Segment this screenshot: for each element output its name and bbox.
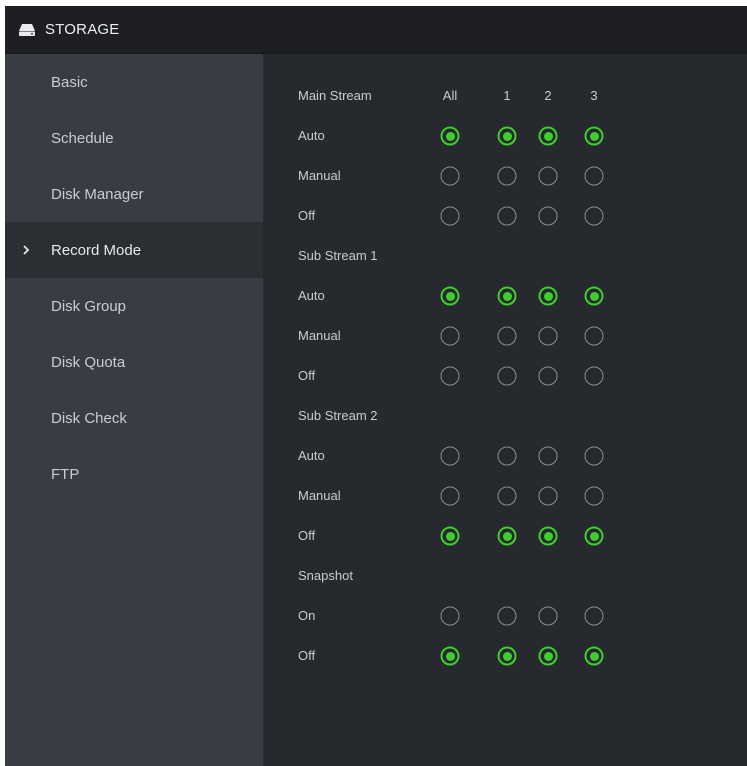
sidebar-item-label: Basic [51,73,88,91]
title-bar: STORAGE [5,6,747,54]
sub-stream-1-manual-radio-all[interactable] [440,326,460,346]
sub-stream-2-off-radio-3[interactable] [584,526,604,546]
sub-stream-1-auto-radio-3[interactable] [584,286,604,306]
sub-stream-2-option-label-off: Off [298,528,316,543]
sub-stream-1-option-label-manual: Manual [298,328,341,343]
snapshot-option-label-on: On [298,608,316,623]
sidebar-item-disk-manager[interactable]: Disk Manager [5,166,263,222]
snapshot-off-radio-3[interactable] [584,646,604,666]
main-stream-manual-radio-2[interactable] [538,166,558,186]
sub-stream-2-auto-radio-all[interactable] [440,446,460,466]
sidebar-item-disk-check[interactable]: Disk Check [5,390,263,446]
sidebar-item-label: Record Mode [51,241,142,259]
snapshot-on-radio-all[interactable] [440,606,460,626]
sidebar-item-label: Schedule [51,129,114,147]
sub-stream-1-option-label-auto: Auto [298,288,325,303]
main-stream-off-radio-3[interactable] [584,206,604,226]
sub-stream-1-manual-radio-1[interactable] [497,326,517,346]
section-title-main-stream: Main Stream [298,88,372,103]
window-title: STORAGE [45,21,120,38]
snapshot-off-radio-1[interactable] [497,646,517,666]
main-stream-option-label-auto: Auto [298,128,325,143]
sub-stream-2-auto-radio-3[interactable] [584,446,604,466]
main-stream-auto-radio-all[interactable] [440,126,460,146]
record-mode-panel: Main Stream All 1 2 3 Auto Manual Off Sub Stream… [264,54,747,766]
snapshot-option-label-off: Off [298,648,316,663]
main-stream-auto-radio-1[interactable] [497,126,517,146]
sub-stream-2-off-radio-all[interactable] [440,526,460,546]
main-stream-option-label-manual: Manual [298,168,341,183]
sub-stream-1-auto-radio-1[interactable] [497,286,517,306]
main-stream-manual-radio-1[interactable] [497,166,517,186]
snapshot-on-radio-3[interactable] [584,606,604,626]
main-stream-option-label-off: Off [298,208,316,223]
snapshot-on-radio-2[interactable] [538,606,558,626]
sub-stream-2-off-radio-2[interactable] [538,526,558,546]
sub-stream-1-auto-radio-all[interactable] [440,286,460,306]
hard-drive-icon [18,21,38,39]
column-header-2: 2 [544,88,552,103]
sidebar-item-disk-group[interactable]: Disk Group [5,278,263,334]
section-title-sub-stream-2: Sub Stream 2 [298,408,378,423]
main-stream-manual-radio-all[interactable] [440,166,460,186]
snapshot-on-radio-1[interactable] [497,606,517,626]
sidebar-item-label: FTP [51,465,80,483]
sidebar-item-record-mode[interactable]: Record Mode [5,222,263,278]
storage-window: STORAGE Basic Schedule Disk Manager Record … [5,6,747,766]
snapshot-off-radio-2[interactable] [538,646,558,666]
main-stream-auto-radio-2[interactable] [538,126,558,146]
sidebar-item-basic[interactable]: Basic [5,54,263,110]
main-stream-manual-radio-3[interactable] [584,166,604,186]
sub-stream-1-off-radio-2[interactable] [538,366,558,386]
column-header-1: 1 [503,88,511,103]
sub-stream-1-manual-radio-3[interactable] [584,326,604,346]
main-stream-off-radio-1[interactable] [497,206,517,226]
sidebar-item-label: Disk Quota [51,353,126,371]
sub-stream-1-off-radio-1[interactable] [497,366,517,386]
sub-stream-2-manual-radio-all[interactable] [440,486,460,506]
sidebar-item-label: Disk Group [51,297,127,315]
sub-stream-2-auto-radio-1[interactable] [497,446,517,466]
sub-stream-2-option-label-auto: Auto [298,448,325,463]
sub-stream-1-off-radio-3[interactable] [584,366,604,386]
sub-stream-2-off-radio-1[interactable] [497,526,517,546]
main-stream-off-radio-2[interactable] [538,206,558,226]
snapshot-off-radio-all[interactable] [440,646,460,666]
sidebar-item-schedule[interactable]: Schedule [5,110,263,166]
sub-stream-1-option-label-off: Off [298,368,316,383]
sub-stream-2-manual-radio-3[interactable] [584,486,604,506]
main-stream-off-radio-all[interactable] [440,206,460,226]
chevron-right-icon [23,245,30,255]
sub-stream-1-off-radio-all[interactable] [440,366,460,386]
column-header-all: All [442,88,458,103]
sub-stream-2-option-label-manual: Manual [298,488,341,503]
sidebar-item-label: Disk Check [51,409,127,427]
section-title-snapshot: Snapshot [298,568,353,583]
column-header-3: 3 [590,88,598,103]
sub-stream-2-manual-radio-1[interactable] [497,486,517,506]
sub-stream-2-auto-radio-2[interactable] [538,446,558,466]
sub-stream-1-auto-radio-2[interactable] [538,286,558,306]
sidebar-item-disk-quota[interactable]: Disk Quota [5,334,263,390]
sub-stream-2-manual-radio-2[interactable] [538,486,558,506]
section-title-sub-stream-1: Sub Stream 1 [298,248,378,263]
main-stream-auto-radio-3[interactable] [584,126,604,146]
sidebar-item-ftp[interactable]: FTP [5,446,263,502]
sidebar: Basic Schedule Disk Manager Record Mode Disk… [5,54,263,766]
sub-stream-1-manual-radio-2[interactable] [538,326,558,346]
sidebar-item-label: Disk Manager [51,185,144,203]
